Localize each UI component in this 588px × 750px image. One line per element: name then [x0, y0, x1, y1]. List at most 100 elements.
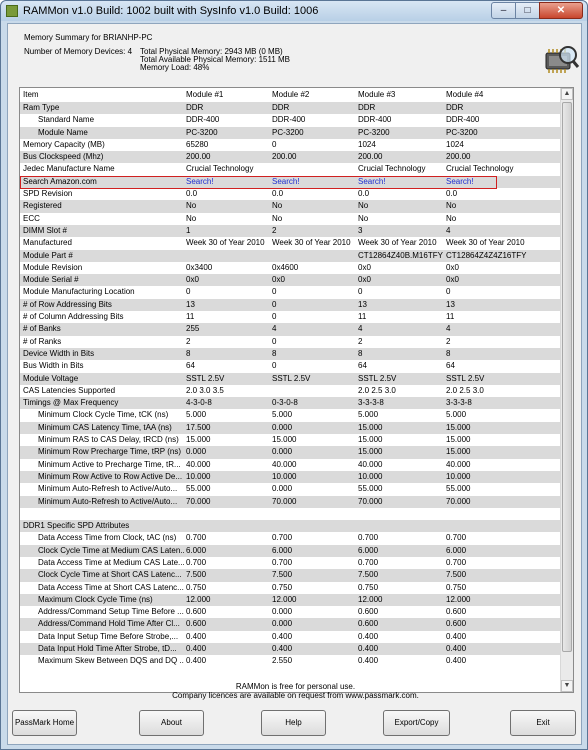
- table-row[interactable]: CAS Latencies Supported 2.0 3.0 3.5 2.0 2.…: [20, 385, 561, 397]
- column-header-module-3[interactable]: Module #3: [358, 88, 444, 102]
- table-header-row: Item Module #1 Module #2 Module #3 Modul…: [20, 88, 561, 102]
- cell-value: 0.400: [446, 644, 467, 654]
- column-header-item[interactable]: Item: [23, 88, 184, 102]
- table-row[interactable]: DIMM Slot # 1 2 3 4: [20, 224, 561, 238]
- app-window: RAMMon v1.0 Build: 1002 built with SysIn…: [0, 0, 588, 750]
- table-row[interactable]: Ram Type DDR DDR DDR DDR: [20, 102, 561, 115]
- cell-value: 0.700: [272, 557, 293, 567]
- maximize-button[interactable]: □: [515, 2, 540, 19]
- table-row[interactable]: Clock Cycle Time at Short CAS Latenc... 7…: [20, 569, 561, 582]
- table-row[interactable]: Minimum Auto-Refresh to Active/Auto... 70…: [20, 495, 561, 508]
- title-bar[interactable]: RAMMon v1.0 Build: 1002 built with SysIn…: [1, 1, 587, 21]
- table-row[interactable]: # of Banks 255 4 4 4: [20, 323, 561, 336]
- cell-value: PC-3200: [358, 127, 390, 137]
- table-row[interactable]: Minimum CAS Latency Time, tAA (ns) 17.500…: [20, 421, 561, 435]
- table-row[interactable]: Bus Clockspeed (Mhz) 200.00 200.00 200.00 20…: [20, 151, 561, 164]
- cell-value: 0: [272, 287, 277, 297]
- table-row[interactable]: Address/Command Setup Time Before ... 0.6…: [20, 606, 561, 618]
- table-row[interactable]: Maximum Skew Between DQS and DQ ... 0.400…: [20, 655, 561, 667]
- cell-value: 0x0: [186, 275, 199, 285]
- cell-value: 3-3-3-8: [446, 398, 472, 408]
- row-label: Data Input Hold Time After Strobe, tD...: [38, 644, 177, 654]
- table-row[interactable]: Minimum Auto-Refresh to Active/Auto... 55…: [20, 483, 561, 495]
- cell-value: No: [358, 201, 369, 211]
- table-row[interactable]: SPD Revision 0.0 0.0 0.0 0.0: [20, 188, 561, 200]
- column-header-module-4[interactable]: Module #4: [446, 88, 559, 102]
- close-button[interactable]: ✕: [539, 2, 583, 19]
- exit-button[interactable]: Exit: [510, 710, 576, 736]
- table-body: Item Module #1 Module #2 Module #3 Modul…: [20, 88, 561, 668]
- table-row[interactable]: Data Access Time at Short CAS Latenc... 0…: [20, 582, 561, 594]
- table-row[interactable]: Module Manufacturing Location 0 0 0 0: [20, 286, 561, 298]
- table-row[interactable]: Timings @ Max Frequency 4-3-0-8 0-3-0-8 3-3…: [20, 397, 561, 410]
- cell-value: No: [358, 213, 369, 223]
- cell-value: 0.400: [358, 631, 379, 641]
- vertical-scrollbar[interactable]: ▲ ▼: [560, 88, 573, 692]
- row-label: Clock Cycle Time at Short CAS Latenc...: [38, 570, 182, 580]
- table-row[interactable]: Memory Capacity (MB) 65280 0 1024 1024: [20, 139, 561, 151]
- about-button[interactable]: About: [139, 710, 204, 736]
- table-row[interactable]: Bus Width in Bits 64 0 64 64: [20, 360, 561, 372]
- cell-value: 0.600: [186, 619, 207, 629]
- table-row[interactable]: [20, 508, 561, 520]
- cell-value: CT12864Z40B.M16TFY: [358, 250, 443, 260]
- table-row[interactable]: Module Part # CT12864Z40B.M16TFY CT12864Z4…: [20, 249, 561, 262]
- table-row[interactable]: Data Access Time from Clock, tAC (ns) 0.7…: [20, 532, 561, 544]
- column-header-module-2[interactable]: Module #2: [272, 88, 356, 102]
- memory-details-table[interactable]: Item Module #1 Module #2 Module #3 Modul…: [19, 87, 574, 693]
- table-row[interactable]: # of Column Addressing Bits 11 0 11 11: [20, 311, 561, 323]
- table-row[interactable]: Clock Cycle Time at Medium CAS Laten... 6…: [20, 544, 561, 557]
- table-row[interactable]: Minimum Active to Precharge Time, tR... 4…: [20, 459, 561, 471]
- table-row[interactable]: Standard Name DDR-400 DDR-400 DDR-400 DDR-40…: [20, 114, 561, 126]
- table-row[interactable]: Address/Command Hold Time After Cl... 0.6…: [20, 618, 561, 631]
- table-row[interactable]: Minimum Row Precharge Time, tRP (ns) 0.00…: [20, 446, 561, 459]
- table-row[interactable]: Module Serial # 0x0 0x0 0x0 0x0: [20, 274, 561, 287]
- cell-value: 2.0 2.5 3.0: [446, 385, 484, 395]
- table-row[interactable]: Registered No No No No: [20, 200, 561, 213]
- table-row[interactable]: Maximum Clock Cycle Time (ns) 12.000 12.00…: [20, 593, 561, 607]
- cell-value: 0.400: [186, 631, 207, 641]
- cell-value: 65280: [186, 139, 209, 149]
- row-label: Module Manufacturing Location: [23, 287, 135, 297]
- table-row[interactable]: Device Width in Bits 8 8 8 8: [20, 347, 561, 361]
- row-label: Maximum Skew Between DQS and DQ ...: [38, 656, 184, 666]
- table-row[interactable]: ECC No No No No: [20, 213, 561, 225]
- table-row[interactable]: Module Name PC-3200 PC-3200 PC-3200 PC-3200: [20, 126, 561, 139]
- export-copy-button[interactable]: Export/Copy: [383, 710, 450, 736]
- table-row[interactable]: Module Revision 0x3400 0x4600 0x0 0x0: [20, 262, 561, 274]
- table-row[interactable]: Module Voltage SSTL 2.5V SSTL 2.5V SSTL 2.5…: [20, 372, 561, 385]
- table-row[interactable]: Minimum Row Active to Row Active De... 10…: [20, 470, 561, 484]
- scroll-thumb[interactable]: [562, 102, 572, 652]
- cell-value: 64: [186, 361, 195, 371]
- cell-value: 8: [272, 348, 277, 358]
- table-row[interactable]: Data Input Setup Time Before Strobe,... 0…: [20, 631, 561, 643]
- table-row[interactable]: # of Ranks 2 0 2 2: [20, 336, 561, 348]
- scroll-up-button[interactable]: ▲: [561, 88, 573, 100]
- table-row[interactable]: Minimum RAS to CAS Delay, tRCD (ns) 15.00…: [20, 434, 561, 446]
- passmark-home-button[interactable]: PassMark Home: [12, 710, 77, 736]
- minimize-button[interactable]: –: [491, 2, 516, 19]
- cell-value: 0.750: [446, 582, 467, 592]
- row-label: # of Row Addressing Bits: [23, 299, 112, 309]
- table-row[interactable]: # of Row Addressing Bits 13 0 13 13: [20, 298, 561, 312]
- table-row[interactable]: Jedec Manufacture Name Crucial Technology…: [20, 163, 561, 175]
- memory-chip-magnifier-icon: [545, 46, 580, 73]
- row-label: Module Serial #: [23, 275, 79, 285]
- cell-value: 11: [186, 312, 195, 322]
- cell-value: 64: [446, 361, 455, 371]
- cell-value: 13: [186, 299, 195, 309]
- table-row[interactable]: Manufactured Week 30 of Year 2010 Week 30 …: [20, 237, 561, 249]
- table-row[interactable]: DDR1 Specific SPD Attributes: [20, 520, 561, 533]
- cell-value: 0.600: [186, 607, 207, 617]
- cell-value: 7.500: [272, 570, 293, 580]
- cell-value: 2: [446, 336, 451, 346]
- row-label: CAS Latencies Supported: [23, 385, 116, 395]
- cell-value: 6.000: [446, 545, 467, 555]
- cell-value: 0.750: [272, 582, 293, 592]
- column-header-module-1[interactable]: Module #1: [186, 88, 270, 102]
- cell-value: 4: [358, 324, 363, 334]
- table-row[interactable]: Data Access Time at Medium CAS Late... 0.…: [20, 557, 561, 569]
- table-row[interactable]: Data Input Hold Time After Strobe, tD...…: [20, 643, 561, 656]
- help-button[interactable]: Help: [261, 710, 326, 736]
- table-row[interactable]: Minimum Clock Cycle Time, tCK (ns) 5.000 5…: [20, 409, 561, 421]
